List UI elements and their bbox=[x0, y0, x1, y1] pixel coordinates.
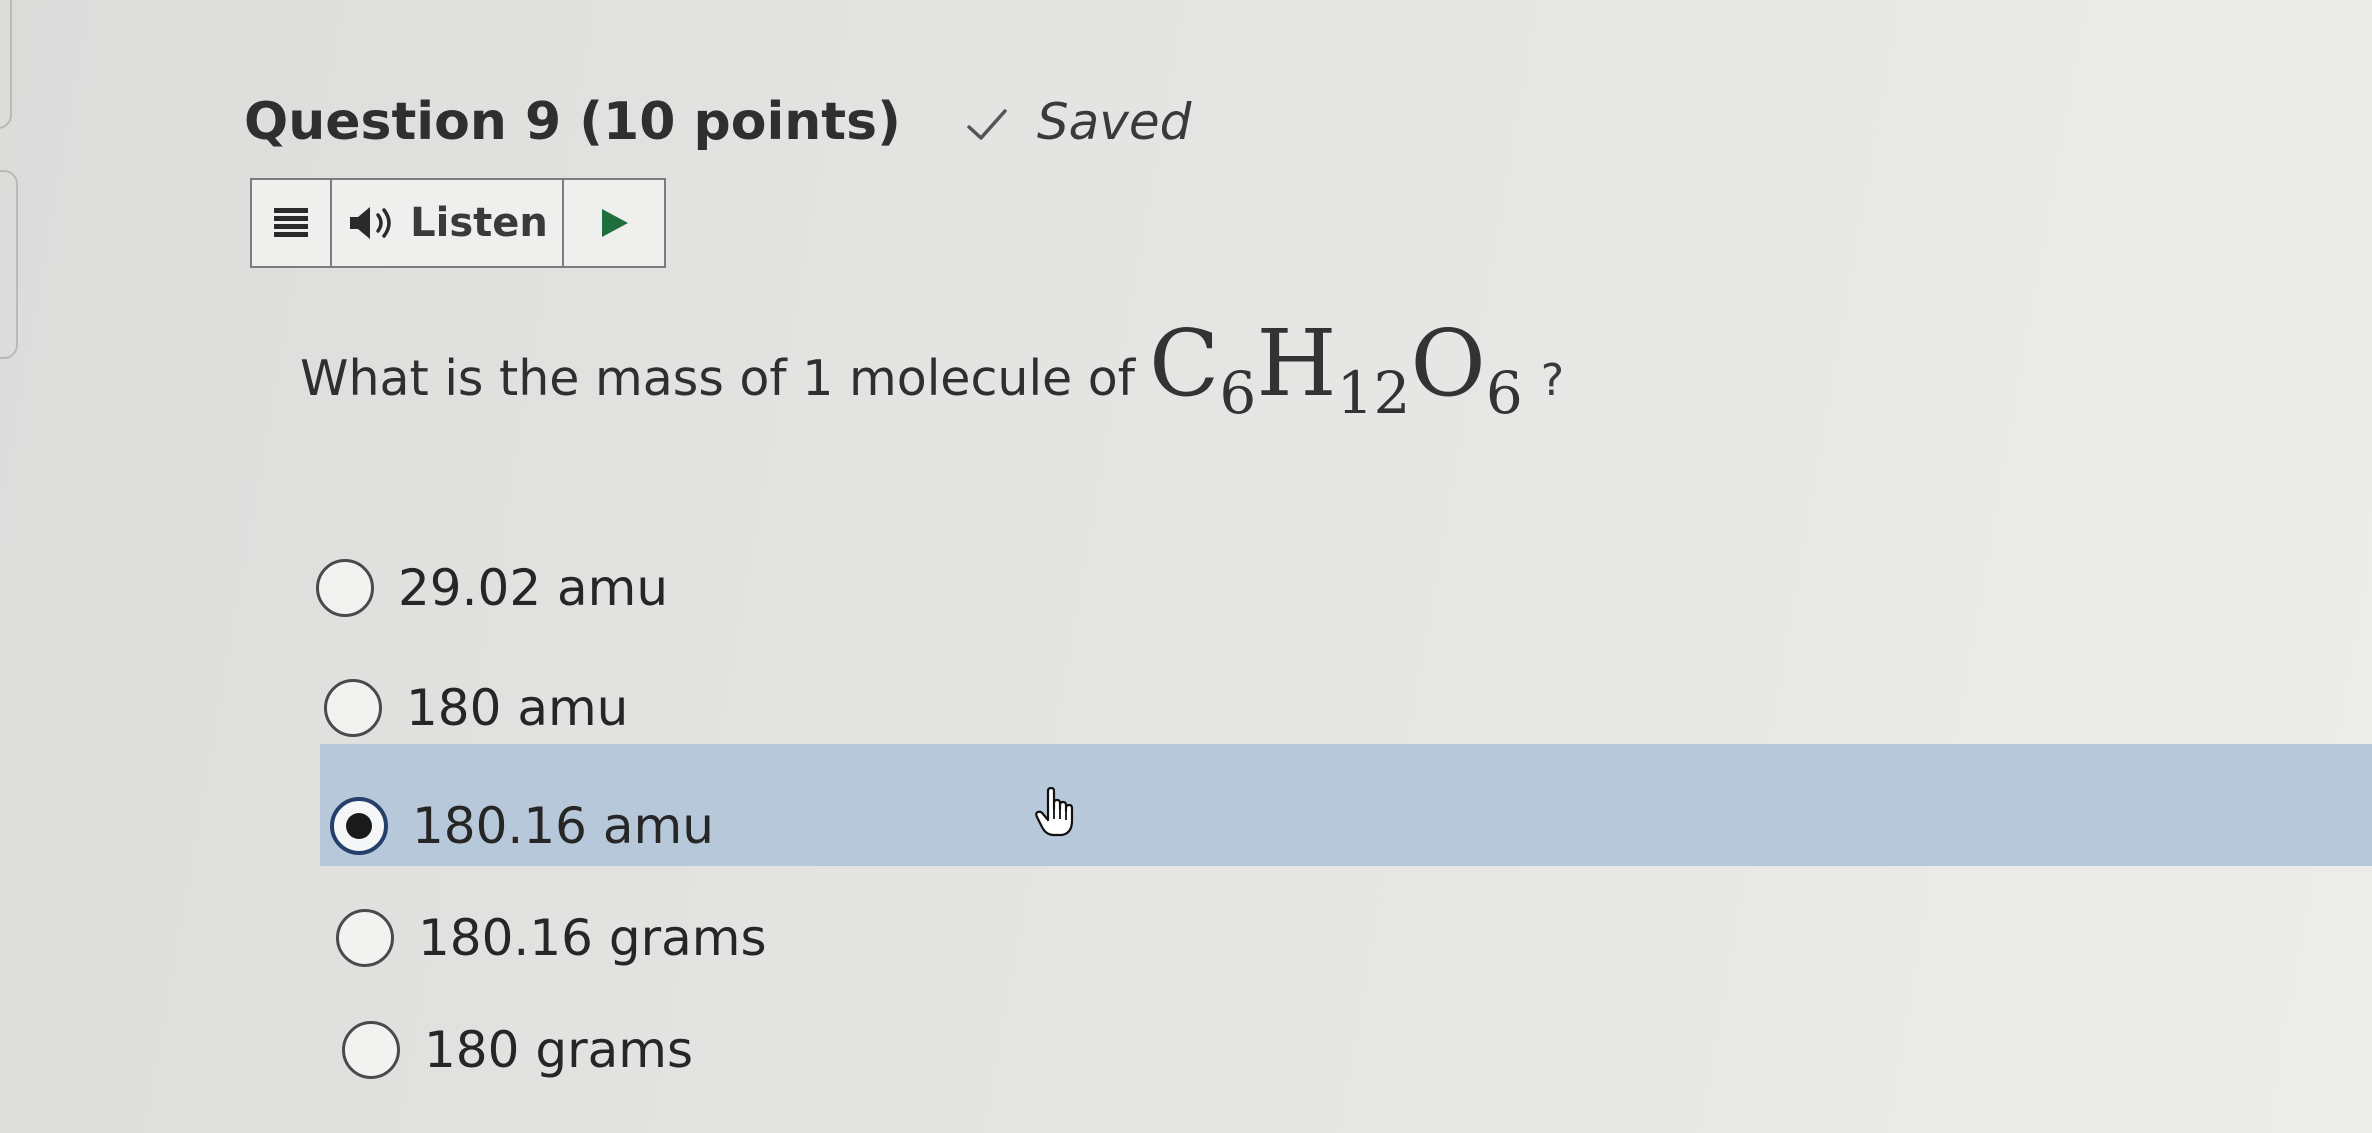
formula-element: C bbox=[1149, 310, 1220, 417]
option-label: 180.16 grams bbox=[418, 909, 767, 967]
menu-icon bbox=[274, 208, 308, 237]
formula-element: H bbox=[1256, 310, 1337, 417]
option-label: 29.02 amu bbox=[398, 559, 669, 617]
answer-option-1[interactable]: 29.02 amu bbox=[316, 548, 668, 628]
chemical-formula: C6H12O6 bbox=[1149, 318, 1523, 423]
formula-element: O bbox=[1410, 310, 1486, 417]
hand-cursor-icon bbox=[1035, 787, 1074, 837]
question-header: Question 9 (10 points) Saved bbox=[244, 92, 1191, 152]
question-title: Question 9 (10 points) bbox=[244, 92, 901, 152]
check-icon bbox=[967, 109, 1007, 140]
saved-label: Saved bbox=[1036, 93, 1192, 151]
play-icon bbox=[602, 209, 628, 237]
play-button[interactable] bbox=[564, 180, 664, 266]
formula-subscript: 6 bbox=[1485, 359, 1523, 427]
listen-label: Listen bbox=[410, 200, 548, 246]
option-label: 180.16 amu bbox=[412, 797, 714, 855]
option-label: 180 amu bbox=[406, 679, 629, 737]
radio-button-selected[interactable] bbox=[330, 797, 388, 855]
formula-subscript: 6 bbox=[1219, 359, 1257, 427]
radio-dot bbox=[346, 813, 372, 839]
radio-button[interactable] bbox=[324, 679, 382, 737]
radio-button[interactable] bbox=[342, 1021, 400, 1079]
answer-option-4[interactable]: 180.16 grams bbox=[336, 898, 767, 978]
toolbar-menu-button[interactable] bbox=[252, 180, 332, 266]
answer-option-2[interactable]: 180 amu bbox=[324, 668, 628, 748]
question-text: What is the mass of 1 molecule of bbox=[300, 350, 1136, 407]
answer-option-5[interactable]: 180 grams bbox=[342, 1010, 693, 1090]
formula-subscript: 12 bbox=[1336, 359, 1411, 427]
radio-button[interactable] bbox=[336, 909, 394, 967]
listen-toolbar: Listen bbox=[250, 178, 666, 268]
listen-button[interactable]: Listen bbox=[332, 180, 564, 266]
speaker-icon bbox=[350, 207, 391, 239]
answer-option-3[interactable]: 180.16 amu bbox=[330, 786, 714, 866]
saved-status: Saved bbox=[965, 93, 1191, 151]
left-panel-edge bbox=[0, 0, 12, 129]
option-label: 180 grams bbox=[424, 1021, 694, 1079]
left-panel-edge bbox=[0, 170, 18, 359]
radio-button[interactable] bbox=[316, 559, 374, 617]
question-prompt: What is the mass of 1 molecule of C6H12O… bbox=[300, 318, 1565, 423]
question-mark: ? bbox=[1540, 355, 1565, 406]
